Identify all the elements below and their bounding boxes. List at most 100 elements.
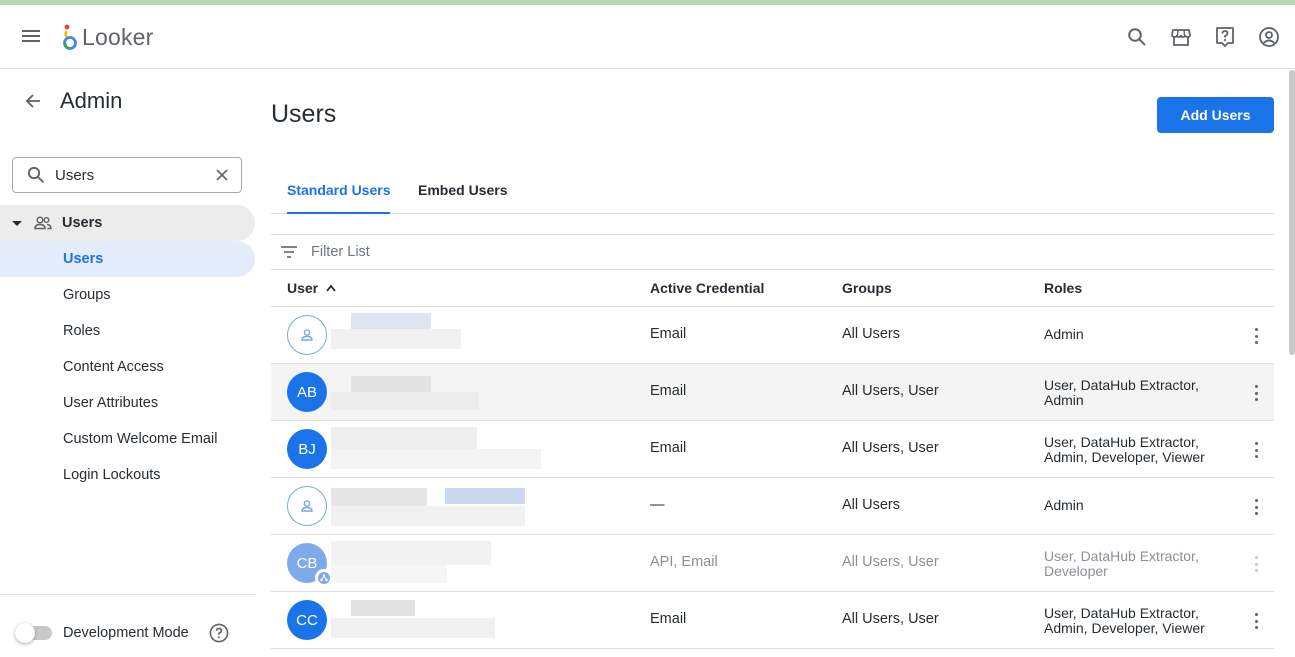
sidebar-group-users[interactable]: Users bbox=[0, 205, 255, 241]
filter-list-input[interactable]: Filter List bbox=[271, 234, 1274, 270]
table-row[interactable]: Email All Users Admin bbox=[271, 307, 1274, 364]
development-mode-toggle[interactable] bbox=[15, 623, 52, 643]
avatar bbox=[287, 486, 327, 526]
page-scrollbar[interactable] bbox=[1289, 70, 1295, 355]
column-header-roles[interactable]: Roles bbox=[1044, 280, 1082, 296]
credential-cell: — bbox=[650, 497, 665, 513]
hamburger-menu-button[interactable] bbox=[22, 27, 44, 47]
roles-line: User, DataHub Extractor, bbox=[1044, 605, 1199, 621]
roles-line: Admin bbox=[1044, 391, 1084, 408]
marketplace-icon[interactable] bbox=[1169, 25, 1193, 49]
roles-line: Admin, Developer, Viewer bbox=[1044, 619, 1205, 636]
help-icon[interactable] bbox=[1213, 25, 1237, 49]
table-row[interactable]: CC Email All Users, User User, DataHub E… bbox=[271, 592, 1274, 649]
credential-cell: Email bbox=[650, 611, 687, 627]
search-icon[interactable] bbox=[1125, 25, 1149, 49]
column-header-user[interactable]: User bbox=[287, 280, 338, 296]
sidebar-item-groups[interactable]: Groups bbox=[0, 277, 255, 313]
sort-ascending-icon bbox=[326, 284, 336, 292]
sidebar-item-user-attributes[interactable]: User Attributes bbox=[0, 385, 255, 421]
roles-cell: User, DataHub Extractor, Admin, Develope… bbox=[1044, 606, 1224, 635]
avatar: AB bbox=[287, 372, 327, 412]
back-arrow-icon[interactable] bbox=[24, 92, 42, 110]
account-icon[interactable] bbox=[1257, 25, 1281, 49]
caret-down-icon bbox=[12, 220, 22, 226]
roles-line: User, DataHub Extractor, bbox=[1044, 434, 1199, 450]
development-mode-label: Development Mode bbox=[63, 625, 189, 641]
top-app-bar: Looker bbox=[0, 5, 1295, 69]
row-actions-icon[interactable] bbox=[1249, 326, 1263, 346]
sidebar-item-content-access[interactable]: Content Access bbox=[0, 349, 255, 385]
sidebar-title: Admin bbox=[60, 88, 123, 113]
looker-logo[interactable]: Looker bbox=[61, 22, 154, 52]
roles-line: Developer bbox=[1044, 562, 1108, 579]
credential-cell: Email bbox=[650, 326, 687, 342]
tab-standard-users[interactable]: Standard Users bbox=[287, 182, 391, 214]
avatar-initials: CB bbox=[296, 554, 318, 572]
redacted-user-name bbox=[331, 598, 581, 642]
sidebar-item-custom-welcome-email[interactable]: Custom Welcome Email bbox=[0, 421, 255, 457]
groups-cell: All Users, User bbox=[842, 554, 939, 570]
add-users-button[interactable]: Add Users bbox=[1157, 97, 1274, 133]
sidebar-item-login-lockouts[interactable]: Login Lockouts bbox=[0, 457, 255, 493]
help-circle-icon[interactable] bbox=[209, 623, 229, 643]
table-header: User Active Credential Groups Roles bbox=[271, 270, 1274, 307]
table-row[interactable]: CB API, Email All Users, User User, Data… bbox=[271, 535, 1274, 592]
groups-cell: All Users bbox=[842, 326, 901, 342]
row-actions-icon[interactable] bbox=[1249, 440, 1263, 460]
sidebar-divider bbox=[0, 594, 256, 595]
roles-line: Admin bbox=[1044, 326, 1084, 342]
groups-cell: All Users, User bbox=[842, 440, 939, 456]
groups-cell: All Users, User bbox=[842, 383, 939, 399]
roles-cell: User, DataHub Extractor, Admin bbox=[1044, 378, 1224, 407]
admin-search-value: Users bbox=[55, 166, 95, 184]
row-actions-icon[interactable] bbox=[1249, 554, 1263, 574]
credential-cell: Email bbox=[650, 383, 687, 399]
redacted-user-name bbox=[331, 484, 581, 528]
groups-cell: All Users, User bbox=[842, 611, 939, 627]
row-actions-icon[interactable] bbox=[1249, 383, 1263, 403]
person-icon bbox=[301, 329, 313, 341]
roles-line: Admin bbox=[1044, 497, 1084, 513]
column-header-user-label: User bbox=[287, 280, 319, 296]
tab-embed-users[interactable]: Embed Users bbox=[418, 182, 507, 214]
roles-cell: Admin bbox=[1044, 327, 1224, 342]
users-panel: Users Add Users Standard Users Embed Use… bbox=[271, 70, 1274, 657]
sidebar-item-users[interactable]: Users bbox=[0, 241, 255, 277]
column-header-groups[interactable]: Groups bbox=[842, 280, 892, 296]
admin-sidebar: Admin Users Users Users Groups Roles Con… bbox=[0, 70, 256, 657]
person-icon bbox=[301, 500, 313, 512]
roles-line: User, DataHub Extractor, bbox=[1044, 377, 1199, 393]
credential-cell: Email bbox=[650, 440, 687, 456]
table-row[interactable]: AB Email All Users, User User, DataHub E… bbox=[271, 364, 1274, 421]
filter-placeholder: Filter List bbox=[311, 244, 370, 260]
roles-line: User, DataHub Extractor, bbox=[1044, 548, 1199, 564]
sidebar-item-roles[interactable]: Roles bbox=[0, 313, 255, 349]
table-row[interactable]: — All Users Admin bbox=[271, 478, 1274, 535]
roles-line: Admin, Developer, Viewer bbox=[1044, 448, 1205, 465]
search-icon bbox=[27, 166, 45, 184]
row-actions-icon[interactable] bbox=[1249, 497, 1263, 517]
admin-search-input[interactable]: Users bbox=[12, 157, 242, 193]
redacted-user-name bbox=[331, 541, 581, 585]
avatar bbox=[287, 315, 327, 355]
people-icon bbox=[34, 216, 52, 230]
user-type-tabs: Standard Users Embed Users bbox=[271, 174, 1274, 214]
page-title: Users bbox=[271, 100, 337, 128]
avatar: CC bbox=[287, 600, 327, 640]
filter-icon bbox=[281, 246, 297, 258]
credential-cell: API, Email bbox=[650, 554, 718, 570]
avatar: CB bbox=[287, 543, 333, 587]
redacted-user-name bbox=[331, 427, 581, 471]
table-row[interactable]: BJ Email All Users, User User, DataHub E… bbox=[271, 421, 1274, 478]
row-actions-icon[interactable] bbox=[1249, 611, 1263, 631]
redacted-user-name bbox=[331, 313, 581, 357]
column-header-active-credential[interactable]: Active Credential bbox=[650, 280, 764, 296]
groups-cell: All Users bbox=[842, 497, 901, 513]
sidebar-group-label: Users bbox=[62, 215, 103, 231]
redacted-user-name bbox=[331, 370, 581, 414]
roles-cell: Admin bbox=[1044, 498, 1224, 513]
avatar: BJ bbox=[287, 429, 327, 469]
clear-search-icon[interactable] bbox=[215, 168, 229, 182]
roles-cell: User, DataHub Extractor, Admin, Develope… bbox=[1044, 435, 1224, 464]
